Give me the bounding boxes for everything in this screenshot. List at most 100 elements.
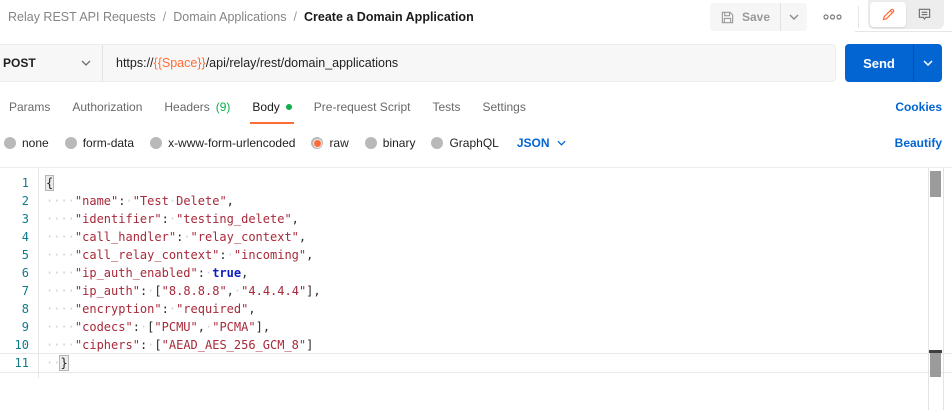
code-token: "AEAD_AES_256_GCM_8" bbox=[162, 338, 307, 352]
code-content: { bbox=[39, 174, 53, 192]
tab-modified-dot bbox=[286, 104, 292, 110]
url-prefix: https:// bbox=[116, 56, 154, 70]
breadcrumb-item[interactable]: Relay REST API Requests bbox=[8, 10, 156, 24]
body-type-row: none form-datax-www-form-urlencodedraw bin… bbox=[0, 128, 942, 158]
code-token: true bbox=[212, 266, 241, 280]
language-select[interactable]: JSON bbox=[507, 136, 576, 150]
code-line: 10····"ciphers":·["AEAD_AES_256_GCM_8"] bbox=[0, 336, 952, 354]
code-token: , bbox=[248, 302, 255, 316]
tab-count-badge: (9) bbox=[216, 100, 231, 114]
line-number: 11 bbox=[0, 354, 39, 372]
body-type-x-www-form-urlencoded[interactable]: x-www-form-urlencoded bbox=[142, 136, 303, 150]
code-line: 2····"name":·"Test·Delete", bbox=[0, 192, 952, 210]
code-token: , bbox=[227, 194, 234, 208]
body-type-none[interactable]: none bbox=[0, 136, 57, 150]
whitespace-dots: · bbox=[227, 248, 234, 262]
chevron-down-icon bbox=[789, 14, 799, 20]
code-token: } bbox=[60, 356, 67, 370]
send-button-group: Send bbox=[845, 44, 942, 82]
code-line: 11··} bbox=[0, 354, 952, 372]
code-token: [ bbox=[154, 338, 161, 352]
method-value: POST bbox=[3, 56, 36, 70]
line-number: 2 bbox=[0, 192, 39, 210]
url-path: /api/relay/rest/domain_applications bbox=[206, 56, 398, 70]
whitespace-dots: ···· bbox=[46, 320, 75, 334]
radio-label: none bbox=[22, 136, 49, 150]
code-content: ····"ciphers":·["AEAD_AES_256_GCM_8"] bbox=[39, 336, 313, 354]
url-box: POST https://{{Space}}/api/relay/rest/do… bbox=[0, 44, 836, 82]
language-value: JSON bbox=[517, 136, 550, 150]
editor-gutter-spacer bbox=[0, 372, 952, 378]
code-content: ····"call_relay_context":·"incoming", bbox=[39, 246, 313, 264]
header-actions: Save bbox=[710, 0, 952, 34]
tab-tests[interactable]: Tests bbox=[421, 90, 471, 124]
save-button[interactable]: Save bbox=[710, 3, 780, 31]
code-token: : bbox=[133, 320, 140, 334]
tab-settings[interactable]: Settings bbox=[472, 90, 537, 124]
code-line: 8····"encryption":·"required", bbox=[0, 300, 952, 318]
code-token: : bbox=[118, 194, 125, 208]
request-bar: POST https://{{Space}}/api/relay/rest/do… bbox=[0, 44, 942, 82]
tab-pre-request-script[interactable]: Pre-request Script bbox=[303, 90, 422, 124]
send-button-label: Send bbox=[863, 56, 895, 71]
tab-headers[interactable]: Headers(9) bbox=[153, 90, 241, 124]
whitespace-dots: ···· bbox=[46, 266, 75, 280]
body-type-graphql[interactable]: GraphQL bbox=[423, 136, 506, 150]
tab-authorization[interactable]: Authorization bbox=[61, 90, 153, 124]
code-token: "encryption" bbox=[75, 302, 162, 316]
header-underline bbox=[855, 31, 952, 32]
code-line: 9····"codecs":·["PCMU",·"PCMA"], bbox=[0, 318, 952, 336]
whitespace-dots: ···· bbox=[46, 230, 75, 244]
scrollbar-track-left-edge bbox=[928, 168, 929, 410]
breadcrumb-item[interactable]: Domain Applications bbox=[173, 10, 286, 24]
cookies-link[interactable]: Cookies bbox=[895, 100, 942, 114]
whitespace-dots: ···· bbox=[46, 338, 75, 352]
code-token: , bbox=[227, 284, 234, 298]
whitespace-dots: · bbox=[169, 212, 176, 226]
edit-mode-button[interactable] bbox=[870, 2, 906, 27]
line-number: 4 bbox=[0, 228, 39, 246]
code-token: : bbox=[219, 248, 226, 262]
scrollbar-thumb-lower[interactable] bbox=[930, 353, 941, 377]
comments-button[interactable] bbox=[906, 2, 942, 27]
body-editor[interactable]: 1{2····"name":·"Test·Delete",3····"ident… bbox=[0, 167, 952, 410]
body-type-binary[interactable]: binary bbox=[357, 136, 424, 150]
tab-body[interactable]: Body bbox=[241, 90, 302, 124]
line-number: 10 bbox=[0, 336, 39, 354]
code-token: ], bbox=[256, 320, 270, 334]
code-line: 4····"call_handler":·"relay_context", bbox=[0, 228, 952, 246]
method-select[interactable]: POST bbox=[0, 45, 103, 81]
save-options-button[interactable] bbox=[780, 3, 807, 31]
send-button[interactable]: Send bbox=[845, 44, 913, 82]
whitespace-dots: ···· bbox=[46, 248, 75, 262]
code-content: ····"ip_auth":·["8.8.8.8",·"4.4.4.4"], bbox=[39, 282, 321, 300]
comments-icon bbox=[917, 7, 932, 22]
line-number: 3 bbox=[0, 210, 39, 228]
body-type-raw[interactable]: raw bbox=[303, 136, 356, 150]
code-token: "ip_auth_enabled" bbox=[75, 266, 198, 280]
breadcrumb-item[interactable]: Create a Domain Application bbox=[304, 10, 474, 24]
code-token: Delete" bbox=[176, 194, 227, 208]
send-options-button[interactable] bbox=[913, 44, 942, 82]
radio-label: binary bbox=[383, 136, 416, 150]
tab-params[interactable]: Params bbox=[0, 90, 61, 124]
scrollbar-thumb[interactable] bbox=[930, 171, 941, 197]
code-line: 5····"call_relay_context":·"incoming", bbox=[0, 246, 952, 264]
line-number: 9 bbox=[0, 318, 39, 336]
body-type-form-data[interactable]: form-data bbox=[57, 136, 142, 150]
radio-button bbox=[311, 137, 323, 149]
beautify-link[interactable]: Beautify bbox=[895, 136, 942, 150]
code-token: "required" bbox=[176, 302, 248, 316]
tab-label: Settings bbox=[483, 100, 526, 114]
whitespace-dots: ···· bbox=[46, 194, 75, 208]
breadcrumb: Relay REST API Requests/Domain Applicati… bbox=[8, 10, 474, 24]
editor-lines: 1{2····"name":·"Test·Delete",3····"ident… bbox=[0, 168, 952, 378]
tab-label: Authorization bbox=[72, 100, 142, 114]
scrollbar-track-right-edge bbox=[943, 168, 944, 410]
url-input[interactable]: https://{{Space}}/api/relay/rest/domain_… bbox=[103, 45, 835, 81]
code-token: , bbox=[198, 320, 205, 334]
url-variable: {{Space}} bbox=[154, 56, 206, 70]
code-token: ] bbox=[306, 338, 313, 352]
code-token: "8.8.8.8" bbox=[162, 284, 227, 298]
more-options-button[interactable] bbox=[816, 3, 849, 31]
